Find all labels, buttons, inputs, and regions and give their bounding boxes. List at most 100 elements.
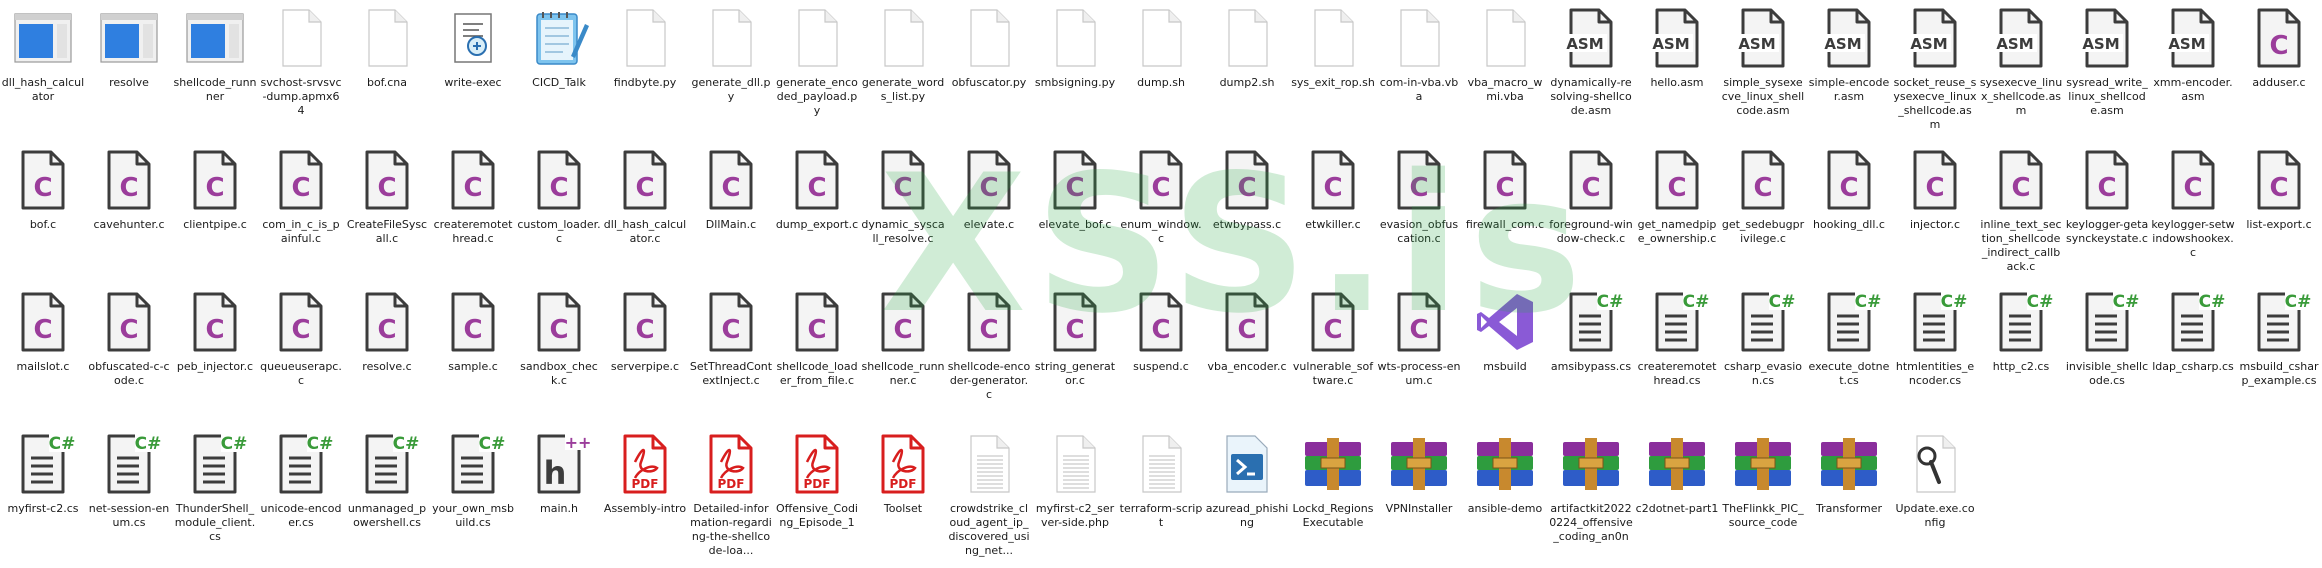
file-item[interactable]: bof.cna — [344, 0, 430, 142]
file-item[interactable]: com-in-vba.vba — [1376, 0, 1462, 142]
file-item[interactable]: Update.exe.config — [1892, 426, 1978, 568]
file-item[interactable]: C# ThunderShell_module_client.cs — [172, 426, 258, 568]
file-item[interactable]: Cclientpipe.c — [172, 142, 258, 284]
file-item[interactable]: Cstring_generator.c — [1032, 284, 1118, 426]
file-item[interactable]: msbuild — [1462, 284, 1548, 426]
file-item[interactable]: Cbof.c — [0, 142, 86, 284]
file-item[interactable]: generate_words_list.py — [860, 0, 946, 142]
file-item[interactable]: shellcode_runnner — [172, 0, 258, 142]
file-item[interactable]: dll_hash_calculator — [0, 0, 86, 142]
file-item[interactable]: C SetThreadContextInject.c — [688, 284, 774, 426]
file-item[interactable]: ASM socket_reuse_sysexecve_linux_shellcod… — [1892, 0, 1978, 142]
file-item[interactable]: PDF Offensive_Coding_Episode_1 — [774, 426, 860, 568]
file-item[interactable]: Cwts-process-enum.c — [1376, 284, 1462, 426]
file-item[interactable]: Cdump_export.c — [774, 142, 860, 284]
file-item[interactable]: TheFlinkk_PIC_source_code — [1720, 426, 1806, 568]
file-item[interactable]: PDF Assembly-intro — [602, 426, 688, 568]
file-item[interactable]: C# myfirst-c2.cs — [0, 426, 86, 568]
file-item[interactable]: myfirst-c2_server-side.php — [1032, 426, 1118, 568]
file-item[interactable]: Ckeylogger-getasynckeystate.c — [2064, 142, 2150, 284]
file-item[interactable]: c2dotnet-part1 — [1634, 426, 1720, 568]
file-item[interactable]: generate_dll.py — [688, 0, 774, 142]
file-item[interactable]: Cshellcode_runnner.c — [860, 284, 946, 426]
file-item[interactable]: Celevate.c — [946, 142, 1032, 284]
file-item[interactable]: Cetwkiller.c — [1290, 142, 1376, 284]
file-item[interactable]: ASM xmm-encoder.asm — [2150, 0, 2236, 142]
file-item[interactable]: C# http_c2.cs — [1978, 284, 2064, 426]
file-item[interactable]: ASM hello.asm — [1634, 0, 1720, 142]
file-item[interactable]: PDF Detailed-information-regarding-the-sh… — [688, 426, 774, 568]
file-item[interactable]: Cshellcode-encoder-generator.c — [946, 284, 1032, 426]
file-item[interactable]: resolve — [86, 0, 172, 142]
file-item[interactable]: Transformer — [1806, 426, 1892, 568]
file-item[interactable]: Cobfuscated-c-code.c — [86, 284, 172, 426]
file-item[interactable]: CICD_Talk — [516, 0, 602, 142]
file-item[interactable]: ASM dynamically-resolving-shellcode.asm — [1548, 0, 1634, 142]
file-item[interactable]: Csandbox_check.c — [516, 284, 602, 426]
file-item[interactable]: ASM sysexecve_linux_shellcode.asm — [1978, 0, 2064, 142]
file-item[interactable]: Cfirewall_com.c — [1462, 142, 1548, 284]
file-item[interactable]: generate_encoded_payload.py — [774, 0, 860, 142]
file-item[interactable]: azuread_phishing — [1204, 426, 1290, 568]
file-item[interactable]: C# csharp_evasion.cs — [1720, 284, 1806, 426]
file-item[interactable]: C# your_own_msbuild.cs — [430, 426, 516, 568]
file-item[interactable]: Ckeylogger-setwindowshookex.c — [2150, 142, 2236, 284]
file-item[interactable]: Cget_sedebugprivilege.c — [1720, 142, 1806, 284]
file-item[interactable]: Ccreateremotethread.c — [430, 142, 516, 284]
file-item[interactable]: Cforeground-window-check.c — [1548, 142, 1634, 284]
file-item[interactable]: C# ldap_csharp.cs — [2150, 284, 2236, 426]
file-item[interactable]: C# unicode-encoder.cs — [258, 426, 344, 568]
file-item[interactable]: dump2.sh — [1204, 0, 1290, 142]
file-item[interactable]: svchost-srvsvc-dump.apmx64 — [258, 0, 344, 142]
file-item[interactable]: Cevasion_obfuscation.c — [1376, 142, 1462, 284]
file-item[interactable]: Cdynamic_syscall_resolve.c — [860, 142, 946, 284]
file-item[interactable]: terraform-script — [1118, 426, 1204, 568]
file-item[interactable]: C# htmlentities_encoder.cs — [1892, 284, 1978, 426]
file-item[interactable]: dump.sh — [1118, 0, 1204, 142]
file-item[interactable]: Cvulnerable_software.c — [1290, 284, 1376, 426]
file-item[interactable]: Cdll_hash_calculator.c — [602, 142, 688, 284]
file-item[interactable]: sys_exit_rop.sh — [1290, 0, 1376, 142]
file-item[interactable]: Cserverpipe.c — [602, 284, 688, 426]
file-item[interactable]: vba_macro_wmi.vba — [1462, 0, 1548, 142]
file-item[interactable]: C CreateFileSyscall.c — [344, 142, 430, 284]
file-item[interactable]: smbsigning.py — [1032, 0, 1118, 142]
file-item[interactable]: Cinline_text_section_shellcode_indirect_… — [1978, 142, 2064, 284]
file-item[interactable]: C# unmanaged_powershell.cs — [344, 426, 430, 568]
file-item[interactable]: Chooking_dll.c — [1806, 142, 1892, 284]
file-item[interactable]: Cinjector.c — [1892, 142, 1978, 284]
file-item[interactable]: Csuspend.c — [1118, 284, 1204, 426]
file-item[interactable]: Clist-export.c — [2236, 142, 2322, 284]
file-item[interactable]: Cvba_encoder.c — [1204, 284, 1290, 426]
file-item[interactable]: Cetwbypass.c — [1204, 142, 1290, 284]
file-item[interactable]: C# net-session-enum.cs — [86, 426, 172, 568]
file-item[interactable]: findbyte.py — [602, 0, 688, 142]
file-item[interactable]: Ccustom_loader.c — [516, 142, 602, 284]
file-item[interactable]: Cresolve.c — [344, 284, 430, 426]
file-item[interactable]: Ccavehunter.c — [86, 142, 172, 284]
file-item[interactable]: PDF Toolset — [860, 426, 946, 568]
file-item[interactable]: Celevate_bof.c — [1032, 142, 1118, 284]
file-item[interactable]: Cenum_window.c — [1118, 142, 1204, 284]
file-item[interactable]: C# invisible_shellcode.cs — [2064, 284, 2150, 426]
file-item[interactable]: artifactkit20220224_offensive_coding_an0… — [1548, 426, 1634, 568]
file-item[interactable]: Cpeb_injector.c — [172, 284, 258, 426]
file-item[interactable]: Cmailslot.c — [0, 284, 86, 426]
file-item[interactable]: Cadduser.c — [2236, 0, 2322, 142]
file-item[interactable]: Cqueueuserapc.c — [258, 284, 344, 426]
file-item[interactable]: ASM simple-encoder.asm — [1806, 0, 1892, 142]
file-item[interactable]: Cshellcode_loader_from_file.c — [774, 284, 860, 426]
file-item[interactable]: crowdstrike_cloud_agent_ip_discovered_us… — [946, 426, 1032, 568]
file-item[interactable]: obfuscator.py — [946, 0, 1032, 142]
file-item[interactable]: VPNInstaller — [1376, 426, 1462, 568]
file-item[interactable]: C# createremotethread.cs — [1634, 284, 1720, 426]
file-item[interactable]: h ++ main.h — [516, 426, 602, 568]
file-item[interactable]: ASM sysread_write_linux_shellcode.asm — [2064, 0, 2150, 142]
file-item[interactable]: Lockd_RegionsExecutable — [1290, 426, 1376, 568]
file-item[interactable]: write-exec — [430, 0, 516, 142]
file-item[interactable]: C# execute_dotnet.cs — [1806, 284, 1892, 426]
file-item[interactable]: ASM simple_sysexecve_linux_shellcode.asm — [1720, 0, 1806, 142]
file-item[interactable]: Ccom_in_c_is_painful.c — [258, 142, 344, 284]
file-item[interactable]: ansible-demo — [1462, 426, 1548, 568]
file-item[interactable]: Csample.c — [430, 284, 516, 426]
